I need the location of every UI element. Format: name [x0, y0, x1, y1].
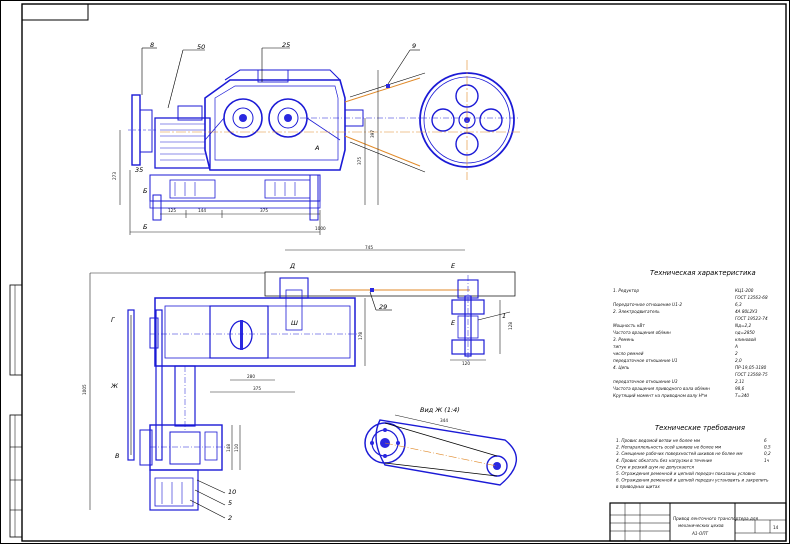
tech-char-row-label: Частота вращения приводного вала об/мин: [613, 386, 710, 391]
tech-char-row-value: ГОСТ 19523-74: [735, 316, 768, 321]
dim-1005: 1005: [82, 384, 87, 395]
tech-char-row-label: Передаточное отношение U1-2: [613, 302, 682, 307]
tech-req-row-label: 5. Ограждения ременной и цепной передач …: [616, 471, 756, 476]
tech-req-row-label: в приводных щитах: [616, 484, 660, 489]
tech-char-row-value: Nд=2,2: [735, 323, 752, 328]
section-mark-g: Г: [111, 316, 116, 324]
tech-char-row-value: T=340: [735, 393, 749, 398]
assembly-drawing-sheet: 8 50 25 9 А Б Б 35 125 144 375 1000 273 …: [0, 0, 790, 544]
section-mark-v: В: [115, 452, 120, 460]
title-ext: А1-ОПТ: [691, 531, 708, 536]
tech-requirements: Технические требования 1. Провис ведомой…: [616, 424, 771, 489]
tech-char-row-label: 4. Цепь: [613, 365, 630, 370]
tech-req-rows: 1. Провис ведомой ветви не более мм 6 2. Н…: [616, 438, 771, 489]
tech-req-row-value: 6: [764, 438, 767, 443]
view-zh-belt: Вид Ж (1:4) 344: [364, 406, 517, 486]
section-mark-d: Д: [289, 262, 295, 270]
tech-req-row-value: 0,5: [764, 445, 771, 450]
section-mark-b: Б: [143, 187, 148, 195]
dim-144: 144: [198, 208, 206, 213]
tech-char-row-value: А: [734, 344, 738, 349]
tech-req-row-label: 4. Провис обкатать без нагрузки в течени…: [616, 458, 712, 463]
tech-char-row-label: 3. Ремень: [613, 337, 635, 342]
dim-375-vertical: 375: [357, 157, 362, 165]
tech-char-row-value: КЦ1-200: [735, 288, 754, 293]
tech-char-row-value: 98,6: [735, 386, 745, 391]
callout-1: 1: [502, 312, 506, 320]
tech-char-row-value: ПР-19,05-3180: [735, 365, 767, 370]
view-zh-label: Вид Ж (1:4): [420, 406, 460, 414]
tech-char-row-label: Частота вращения об/мин: [613, 330, 671, 335]
tech-char-row-value: ГОСТ 13568-75: [735, 372, 768, 377]
top-view-drive: [119, 60, 520, 235]
dim-375-front: 375: [253, 386, 261, 391]
callout-10: 10: [228, 488, 236, 496]
tech-char-row-value: клиновой: [735, 337, 756, 342]
tech-char-row-value: 2: [735, 351, 738, 356]
tech-req-title: Технические требования: [655, 424, 745, 432]
dim-110: 110: [234, 444, 239, 452]
tech-req-row-label: 6. Ограждения ременной и цепной передач …: [616, 478, 769, 483]
dim-375: 375: [260, 208, 268, 213]
view-mark-zh: Ж: [110, 382, 119, 390]
tech-char-row-label: 1. Редуктор: [613, 288, 639, 293]
dim-273: 273: [112, 172, 117, 180]
tech-char-row-label: 2. Электродвигатель: [613, 309, 660, 314]
tech-req-row-value: 0,2: [764, 451, 771, 456]
tech-req-row-label: 3. Смещение рабочих поверхностей шкивов …: [616, 451, 743, 456]
tech-char-row-value: 2,0: [735, 358, 742, 363]
callout-8: 8: [150, 41, 154, 49]
tech-req-row-value: 1ч: [764, 458, 770, 463]
tech-req-row-label: 2. Непараллельность осей шкивов не более…: [616, 445, 721, 450]
callout-29: 29: [379, 303, 387, 311]
dim-280: 280: [247, 374, 255, 379]
section-e-view: 1 Е 120 128: [450, 275, 513, 366]
tech-characteristics: Техническая характеристика 1. Редуктор КЦ…: [613, 269, 768, 398]
tech-char-rows: 1. Редуктор КЦ1-200 ГОСТ 13563-68 Передаточ…: [613, 288, 768, 398]
title-name-line2: механических цехов: [678, 523, 724, 528]
dim-120: 120: [462, 361, 470, 366]
section-mark-sh: Ш: [291, 319, 298, 327]
tech-char-row-value: 4А 80L2У3: [735, 309, 758, 314]
title-block: Привод ленточного транспортера для механ…: [609, 502, 787, 542]
tech-req-row-label: 1. Провис ведомой ветви не более мм: [616, 438, 700, 443]
dim-1000: 1000: [315, 226, 326, 231]
callout-5: 5: [228, 499, 232, 507]
title-code: 14: [773, 525, 779, 530]
section-mark-a: А: [314, 144, 319, 152]
dim-745: 745: [365, 245, 373, 250]
section-mark-e2: Е: [451, 319, 456, 327]
tech-char-row-value: nд=2850: [735, 330, 755, 335]
callout-9: 9: [412, 42, 416, 50]
tech-req-row-label: Стук и резкий шум не допускается: [616, 464, 694, 469]
title-name-line1: Привод ленточного транспортера для: [673, 516, 758, 521]
dims-front: 745 1005 280 375 178 148 110: [82, 245, 373, 452]
tech-char-row-label: передаточное отношение U3: [613, 379, 678, 384]
callout-50: 50: [197, 43, 205, 51]
dim-397: 397: [370, 130, 375, 138]
callout-35: 35: [135, 166, 143, 174]
tech-char-row-label: Крутящий момент на приводном валу Н*м: [613, 393, 707, 398]
tech-char-row-value: 6,3: [735, 302, 742, 307]
dim-344: 344: [440, 418, 448, 423]
tech-char-row-label: передаточное отношение U1: [613, 358, 678, 363]
tech-char-row-label: число ремней: [613, 351, 644, 356]
tech-char-row-label: тип: [613, 344, 621, 349]
section-mark-e: Е: [451, 262, 456, 270]
tech-char-row-value: 2,11: [735, 379, 745, 384]
callout-2: 2: [228, 514, 232, 522]
dim-125: 125: [168, 208, 176, 213]
tech-char-title: Техническая характеристика: [650, 269, 756, 277]
dim-148: 148: [226, 444, 231, 452]
section-mark-b2: Б: [143, 223, 148, 231]
tech-char-row-value: ГОСТ 13563-68: [735, 295, 768, 300]
dim-128: 128: [508, 322, 513, 330]
tech-char-row-label: Мощность кВт: [613, 323, 645, 328]
callout-25: 25: [282, 41, 290, 49]
dim-178: 178: [358, 332, 363, 340]
dims-top: 125 144 375 1000 273 375 397: [112, 130, 375, 231]
